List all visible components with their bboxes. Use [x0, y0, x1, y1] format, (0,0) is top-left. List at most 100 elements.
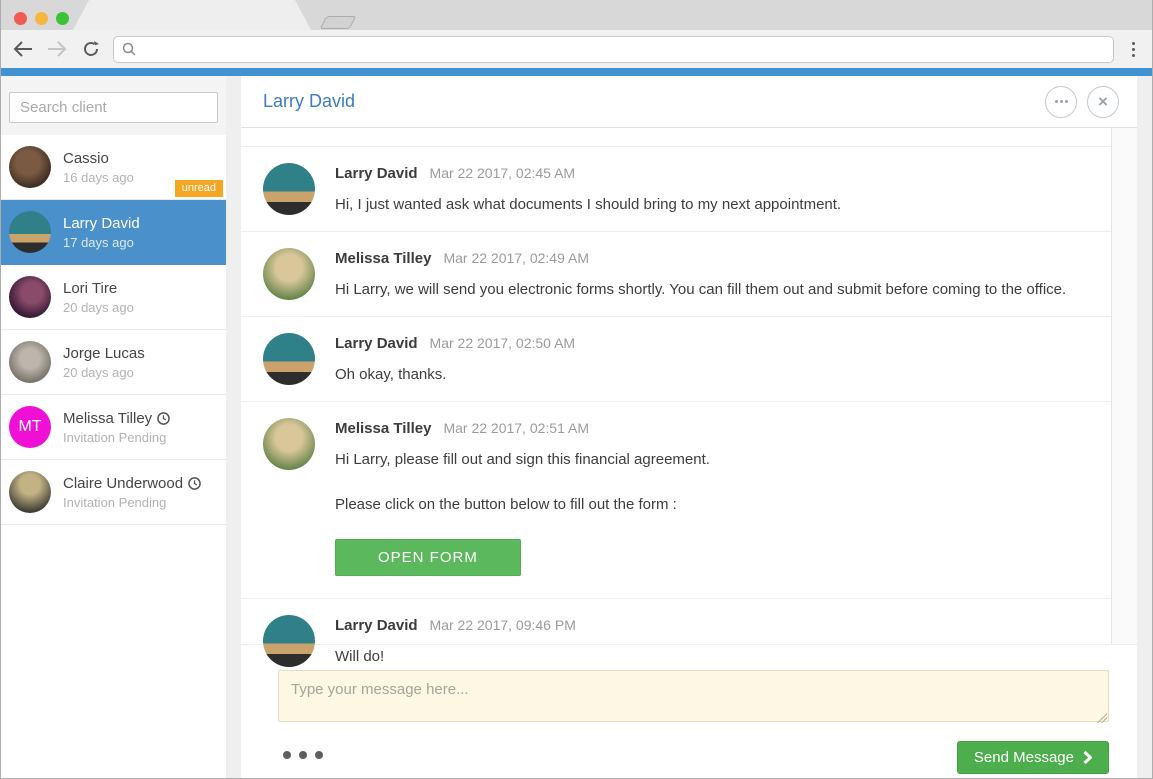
window-controls: [14, 12, 69, 25]
resize-handle[interactable]: [1097, 713, 1107, 723]
avatar: [9, 146, 51, 188]
message-timestamp: Mar 22 2017, 09:46 PM: [430, 617, 576, 633]
message-input[interactable]: [278, 670, 1109, 722]
browser-tab-strip: [1, 0, 1152, 30]
avatar: [9, 471, 51, 513]
message: Larry David Mar 22 2017, 02:45 AM Hi, I …: [241, 146, 1111, 231]
panel-gap: [1137, 76, 1152, 778]
message-scrollbar[interactable]: [1111, 128, 1137, 644]
message-author: Larry David: [335, 335, 418, 352]
client-item-jorge-lucas[interactable]: Jorge Lucas 20 days ago: [1, 330, 226, 395]
chat-header-actions: ×: [1045, 86, 1119, 118]
maximize-window-button[interactable]: [56, 12, 69, 25]
refresh-icon: [82, 40, 100, 58]
client-last-activity: 20 days ago: [63, 365, 218, 380]
client-item-lori-tire[interactable]: Lori Tire 20 days ago: [1, 265, 226, 330]
client-name: Melissa Tilley: [63, 410, 218, 427]
client-item-claire-underwood[interactable]: Claire Underwood Invitation Pending: [1, 460, 226, 525]
client-name: Lori Tire: [63, 280, 218, 297]
message: Melissa Tilley Mar 22 2017, 02:49 AM Hi …: [241, 231, 1111, 316]
avatar: [263, 418, 315, 470]
message-author: Larry David: [335, 165, 418, 182]
message-timestamp: Mar 22 2017, 02:50 AM: [430, 335, 576, 351]
address-input[interactable]: [142, 37, 1105, 62]
composer-options-dots[interactable]: [283, 751, 323, 759]
message-history[interactable]: Larry David Mar 22 2017, 02:45 AM Hi, I …: [241, 128, 1137, 645]
forward-arrow-icon: [47, 41, 67, 57]
browser-menu-button[interactable]: [1124, 42, 1142, 57]
avatar: [263, 333, 315, 385]
client-info: Lori Tire 20 days ago: [63, 280, 218, 315]
client-status: Invitation Pending: [63, 430, 218, 445]
browser-tab[interactable]: [73, 0, 311, 30]
back-button[interactable]: [11, 37, 35, 61]
client-info: Larry David 17 days ago: [63, 215, 218, 250]
message-timestamp: Mar 22 2017, 02:49 AM: [443, 250, 589, 266]
message-text: Hi, I just wanted ask what documents I s…: [335, 196, 1086, 213]
pending-clock-icon: [188, 477, 201, 490]
browser-toolbar: [1, 30, 1152, 68]
message: Larry David Mar 22 2017, 02:50 AM Oh oka…: [241, 316, 1111, 401]
client-sidebar: Cassio 16 days ago unread Larry David 17…: [1, 76, 226, 778]
avatar: [9, 276, 51, 318]
avatar: [263, 248, 315, 300]
panel-gap: [226, 76, 241, 778]
close-icon: ×: [1098, 93, 1108, 110]
client-search-section: [1, 76, 226, 135]
client-info: Claire Underwood Invitation Pending: [63, 475, 218, 510]
client-status: Invitation Pending: [63, 495, 218, 510]
client-item-larry-david[interactable]: Larry David 17 days ago: [1, 200, 226, 265]
send-message-button[interactable]: Send Message: [957, 741, 1109, 774]
back-arrow-icon: [13, 41, 33, 57]
client-last-activity: 17 days ago: [63, 235, 218, 250]
avatar: [263, 163, 315, 215]
message-timestamp: Mar 22 2017, 02:51 AM: [443, 420, 589, 436]
client-name: Claire Underwood: [63, 475, 218, 492]
message-list: Larry David Mar 22 2017, 02:45 AM Hi, I …: [241, 128, 1111, 683]
forward-button[interactable]: [45, 37, 69, 61]
client-item-melissa-tilley[interactable]: MT Melissa Tilley Invitation Pending: [1, 395, 226, 460]
avatar-initials: MT: [9, 406, 51, 448]
client-name: Larry David: [63, 215, 218, 232]
message-author: Melissa Tilley: [335, 250, 431, 267]
open-form-button[interactable]: OPEN FORM: [335, 539, 521, 576]
send-message-label: Send Message: [974, 749, 1074, 766]
client-info: Melissa Tilley Invitation Pending: [63, 410, 218, 445]
chat-more-button[interactable]: [1045, 86, 1077, 118]
close-window-button[interactable]: [14, 12, 27, 25]
message-text: Hi Larry, please fill out and sign this …: [335, 451, 1086, 468]
client-name: Cassio: [63, 150, 218, 167]
search-icon: [122, 42, 136, 56]
client-list: Cassio 16 days ago unread Larry David 17…: [1, 135, 226, 525]
client-info: Jorge Lucas 20 days ago: [63, 345, 218, 380]
message-text: Will do!: [335, 648, 1086, 665]
client-last-activity: 20 days ago: [63, 300, 218, 315]
avatar: [9, 211, 51, 253]
new-tab-button[interactable]: [320, 16, 357, 29]
chat-panel: Larry David × Larry: [241, 76, 1137, 778]
message-author: Larry David: [335, 617, 418, 634]
search-client-input[interactable]: [9, 92, 218, 123]
message: Melissa Tilley Mar 22 2017, 02:51 AM Hi …: [241, 401, 1111, 598]
app-accent-bar: [1, 68, 1152, 76]
client-item-cassio[interactable]: Cassio 16 days ago unread: [1, 135, 226, 200]
message-author: Melissa Tilley: [335, 420, 431, 437]
message-text: Oh okay, thanks.: [335, 366, 1086, 383]
pending-clock-icon: [157, 412, 170, 425]
chevron-right-icon: [1083, 751, 1092, 764]
message-timestamp: Mar 22 2017, 02:45 AM: [430, 165, 576, 181]
avatar: [263, 615, 315, 667]
chat-header: Larry David ×: [241, 76, 1137, 128]
app-body: Cassio 16 days ago unread Larry David 17…: [1, 76, 1152, 778]
chat-close-button[interactable]: ×: [1087, 86, 1119, 118]
chat-title: Larry David: [263, 91, 355, 112]
message-text: Hi Larry, we will send you electronic fo…: [335, 281, 1086, 298]
browser-window: Cassio 16 days ago unread Larry David 17…: [0, 0, 1153, 779]
message-text: Please click on the button below to fill…: [335, 496, 1086, 513]
address-bar[interactable]: [113, 36, 1114, 63]
minimize-window-button[interactable]: [35, 12, 48, 25]
ellipsis-icon: [1055, 100, 1068, 103]
client-name: Jorge Lucas: [63, 345, 218, 362]
unread-badge: unread: [175, 180, 223, 197]
refresh-button[interactable]: [79, 37, 103, 61]
